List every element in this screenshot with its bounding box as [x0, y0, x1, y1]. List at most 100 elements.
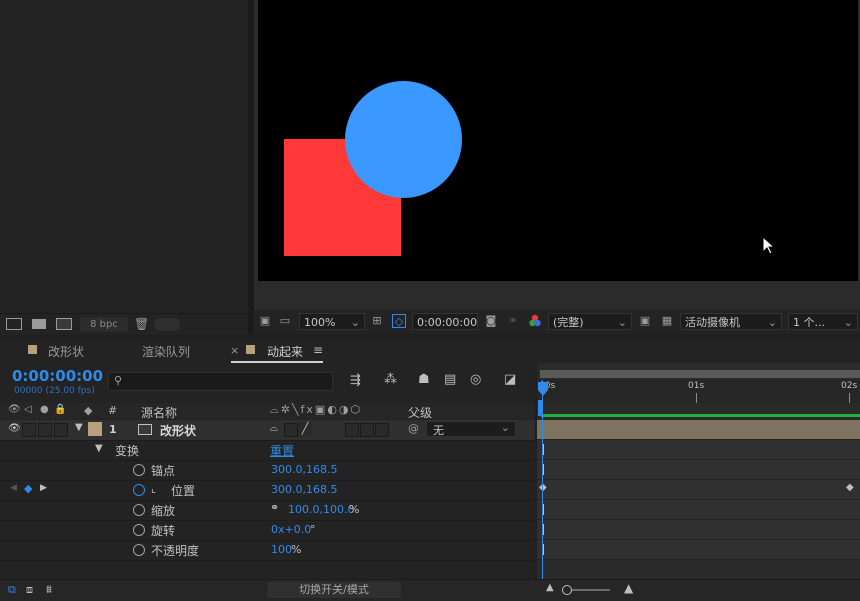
layer-duration-bar[interactable] — [537, 420, 860, 440]
next-keyframe-icon[interactable]: ▶ — [40, 483, 47, 493]
frame-blending-icon[interactable]: ▤ — [444, 372, 456, 387]
stopwatch-icon[interactable] — [133, 504, 145, 516]
current-time-indicator[interactable] — [542, 380, 543, 579]
property-row-anchor-point[interactable]: 锚点 300.0,168.5 — [0, 460, 535, 481]
property-row-position[interactable]: ◀ ◆ ▶ ⌞ 位置 300.0,168.5 — [0, 480, 535, 501]
new-folder-icon[interactable] — [32, 319, 46, 329]
new-composition-icon[interactable] — [56, 318, 72, 330]
composition-flowchart-icon[interactable]: ⇶ — [350, 373, 361, 388]
visibility-eye-icon[interactable]: 👁 — [8, 423, 21, 434]
viewer-timecode[interactable]: 0:00:00:00 — [412, 313, 478, 330]
layer-label-color[interactable] — [88, 422, 102, 436]
graph-editor-icon[interactable]: ◪ — [504, 372, 516, 387]
playhead-column-marker — [538, 400, 542, 416]
collapse-arrow-icon[interactable]: ▼ — [95, 443, 103, 454]
transfer-controls-icon[interactable]: ⧈ — [26, 583, 33, 597]
lock-icon[interactable]: 🔒 — [54, 404, 66, 415]
snapshot-camera-icon[interactable]: ◙ — [484, 314, 498, 328]
property-value[interactable]: 100.0,100.0 — [288, 503, 354, 516]
always-preview-icon[interactable]: ▣ — [258, 314, 272, 328]
show-snapshot-icon[interactable]: ⚭ — [506, 314, 520, 328]
effect-switch[interactable] — [345, 423, 359, 437]
shy-layers-icon[interactable]: ☗ — [418, 372, 430, 387]
draft-3d-icon[interactable]: ⁂ — [384, 372, 397, 387]
audio-icon[interactable]: ◁ — [24, 404, 32, 415]
collapse-transform-switch[interactable]: ⌓ — [270, 423, 278, 434]
lock-toggle[interactable] — [54, 423, 68, 437]
work-area-bar[interactable] — [541, 414, 860, 417]
zoom-out-mountain-icon[interactable]: ▲ — [546, 582, 554, 593]
stopwatch-icon[interactable] — [133, 524, 145, 536]
parent-header[interactable]: 父级 — [408, 404, 432, 421]
property-value[interactable]: 300.0,168.5 — [271, 463, 337, 476]
prev-keyframe-icon[interactable]: ◀ — [10, 483, 17, 493]
label-tag-icon[interactable]: ◆ — [84, 404, 92, 417]
quality-slash-icon[interactable]: ╱ — [298, 422, 312, 436]
constrain-proportions-icon[interactable]: ⚭ — [270, 501, 279, 514]
layer-row[interactable]: 👁 ▼ 1 改形状 ⌓ ╱ @ 无 ⌄ — [0, 420, 535, 441]
project-scrollbar[interactable] — [154, 318, 180, 331]
audio-toggle[interactable] — [22, 423, 36, 437]
chevron-down-icon: ⌄ — [617, 316, 627, 329]
transform-track — [537, 440, 860, 460]
pick-whip-icon[interactable]: @ — [408, 422, 419, 435]
stopwatch-icon[interactable] — [133, 464, 145, 476]
mask-visibility-icon[interactable]: ◇ — [392, 314, 406, 328]
property-value[interactable]: 300.0,168.5 — [271, 483, 337, 496]
interpret-footage-icon[interactable] — [6, 318, 22, 330]
collapse-arrow-icon[interactable]: ▼ — [75, 422, 83, 433]
add-keyframe-icon[interactable]: ◆ — [24, 482, 32, 495]
solo-icon[interactable]: ● — [40, 404, 49, 415]
stopwatch-icon[interactable] — [133, 544, 145, 556]
graph-icon[interactable]: ⌞ — [151, 482, 156, 495]
zoom-dropdown[interactable]: 100% ⌄ — [299, 313, 365, 330]
time-ruler[interactable]: 00s 01s 02s — [537, 379, 860, 403]
zoom-slider-handle[interactable] — [562, 585, 572, 595]
tab-comp-reshape[interactable]: 改形状 — [48, 343, 84, 360]
frame-blend-switch[interactable] — [360, 423, 374, 437]
motion-blur-switch[interactable] — [375, 423, 389, 437]
property-row-opacity[interactable]: 不透明度 100 % — [0, 540, 535, 561]
keyframe-diamond-icon[interactable]: ◆ — [846, 482, 854, 493]
timeline-search-input[interactable]: ⚲ — [108, 372, 333, 391]
chevron-down-icon: ⌄ — [350, 316, 360, 329]
reset-transform-link[interactable]: 重置 — [270, 442, 294, 459]
color-channels-icon[interactable] — [528, 314, 542, 328]
time-navigator[interactable] — [540, 370, 860, 378]
property-unit: % — [291, 543, 302, 556]
source-name-header[interactable]: 源名称 — [141, 404, 177, 421]
view-layout-dropdown[interactable]: 1 个... ⌄ — [788, 313, 858, 330]
close-tab-icon[interactable]: × — [230, 344, 239, 357]
camera-view-dropdown[interactable]: 活动摄像机 ⌄ — [680, 313, 782, 330]
motion-blur-icon[interactable]: ◎ — [470, 372, 481, 387]
layer-name[interactable]: 改形状 — [160, 422, 196, 439]
eye-icon[interactable]: 👁 — [8, 404, 21, 415]
grid-guides-icon[interactable]: ⊞ — [370, 314, 384, 328]
composition-canvas[interactable] — [258, 0, 858, 281]
monitor-icon[interactable]: ▭ — [278, 314, 292, 328]
tab-animate[interactable]: 动起来 — [267, 343, 303, 360]
transparency-grid-icon[interactable]: ▦ — [660, 314, 674, 328]
zoom-in-mountain-icon[interactable]: ▲ — [624, 581, 633, 595]
property-value[interactable]: 100 — [271, 543, 292, 556]
transform-group-row[interactable]: ▼ 变换 重置 — [0, 440, 535, 461]
toggle-switches-modes-button[interactable]: 切换开关/模式 — [267, 582, 401, 598]
property-row-rotation[interactable]: 旋转 0x+0.0 ° — [0, 520, 535, 541]
resolution-dropdown[interactable]: (完整) ⌄ — [548, 313, 632, 330]
bit-depth-button[interactable]: 8 bpc — [80, 317, 128, 332]
timing-icon[interactable]: ⩩ — [46, 583, 52, 597]
tab-render-queue[interactable]: 渲染队列 — [142, 343, 190, 360]
stopwatch-active-icon[interactable] — [133, 484, 145, 496]
panel-menu-icon[interactable]: ≡ — [313, 343, 323, 357]
trash-icon[interactable]: 🗑 — [134, 317, 149, 331]
current-time-display[interactable]: 0:00:00:00 — [12, 367, 103, 385]
layer-switches-icon[interactable]: ⧉ — [8, 583, 16, 597]
playhead-handle-icon[interactable] — [537, 382, 549, 398]
blue-circle-shape[interactable] — [345, 81, 462, 198]
region-of-interest-icon[interactable]: ▣ — [638, 314, 652, 328]
solo-toggle[interactable] — [38, 423, 52, 437]
quality-switch[interactable] — [284, 423, 298, 437]
parent-dropdown[interactable]: 无 ⌄ — [426, 421, 516, 437]
property-value[interactable]: 0x+0.0 — [271, 523, 311, 536]
property-row-scale[interactable]: 缩放 ⚭ 100.0,100.0 % — [0, 500, 535, 521]
